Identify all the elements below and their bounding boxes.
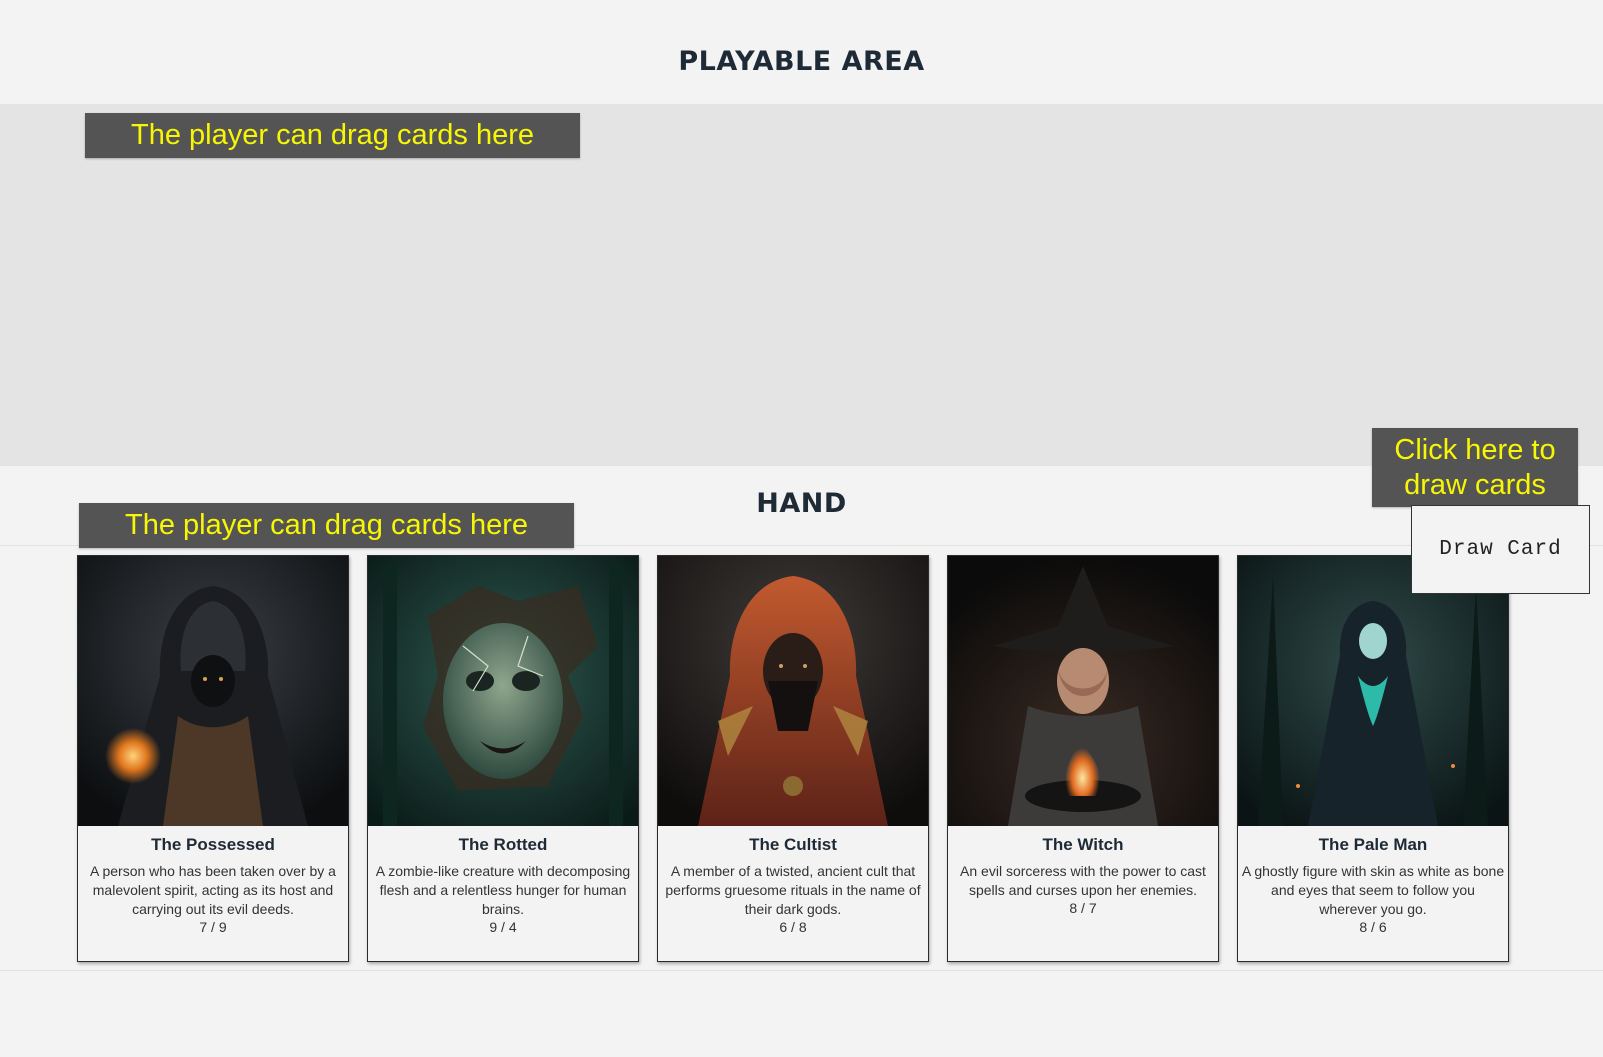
card-art-pale-man [1238,556,1508,826]
hand-card-witch[interactable]: The Witch An evil sorceress with the pow… [947,555,1219,962]
card-stats: 7 / 9 [199,919,227,935]
draw-hint-line-2: draw cards [1404,469,1546,501]
card-description: A zombie-like creature with decomposing … [375,863,631,917]
card-stats: 8 / 6 [1359,919,1387,935]
card-art-cultist [658,556,928,826]
card-name: The Rotted [458,835,548,854]
draw-card-hint: Click here to draw cards [1372,428,1578,507]
playable-area-dropzone[interactable] [0,104,1603,466]
card-stats: 9 / 4 [489,919,517,935]
hand-area-hint: The player can drag cards here [79,503,574,548]
card-art-possessed [78,556,348,826]
card-name: The Possessed [151,835,275,854]
card-stats: 8 / 7 [1069,900,1097,916]
card-name: The Witch [1042,835,1124,854]
card-art-rotted [368,556,638,826]
draw-hint-line-1: Click here to [1394,434,1556,466]
card-description: A person who has been taken over by a ma… [90,863,336,917]
card-name: The Cultist [749,835,837,854]
card-stats: 6 / 8 [779,919,807,935]
card-description: An evil sorceress with the power to cast… [960,863,1206,898]
hand-card-possessed[interactable]: The Possessed A person who has been take… [77,555,349,962]
card-name: The Pale Man [1318,835,1428,854]
card-description: A member of a twisted, ancient cult that… [665,863,921,917]
card-art-witch [948,556,1218,826]
card-description: A ghostly figure with skin as white as b… [1241,863,1505,917]
draw-card-button[interactable]: Draw Card [1411,505,1590,594]
hand-card-pale-man[interactable]: The Pale Man A ghostly figure with skin … [1237,555,1509,962]
playable-area-title: PLAYABLE AREA [678,46,925,77]
hand-card-rotted[interactable]: The Rotted A zombie-like creature with d… [367,555,639,962]
hand-card-cultist[interactable]: The Cultist A member of a twisted, ancie… [657,555,929,962]
playable-area-hint: The player can drag cards here [85,113,580,158]
